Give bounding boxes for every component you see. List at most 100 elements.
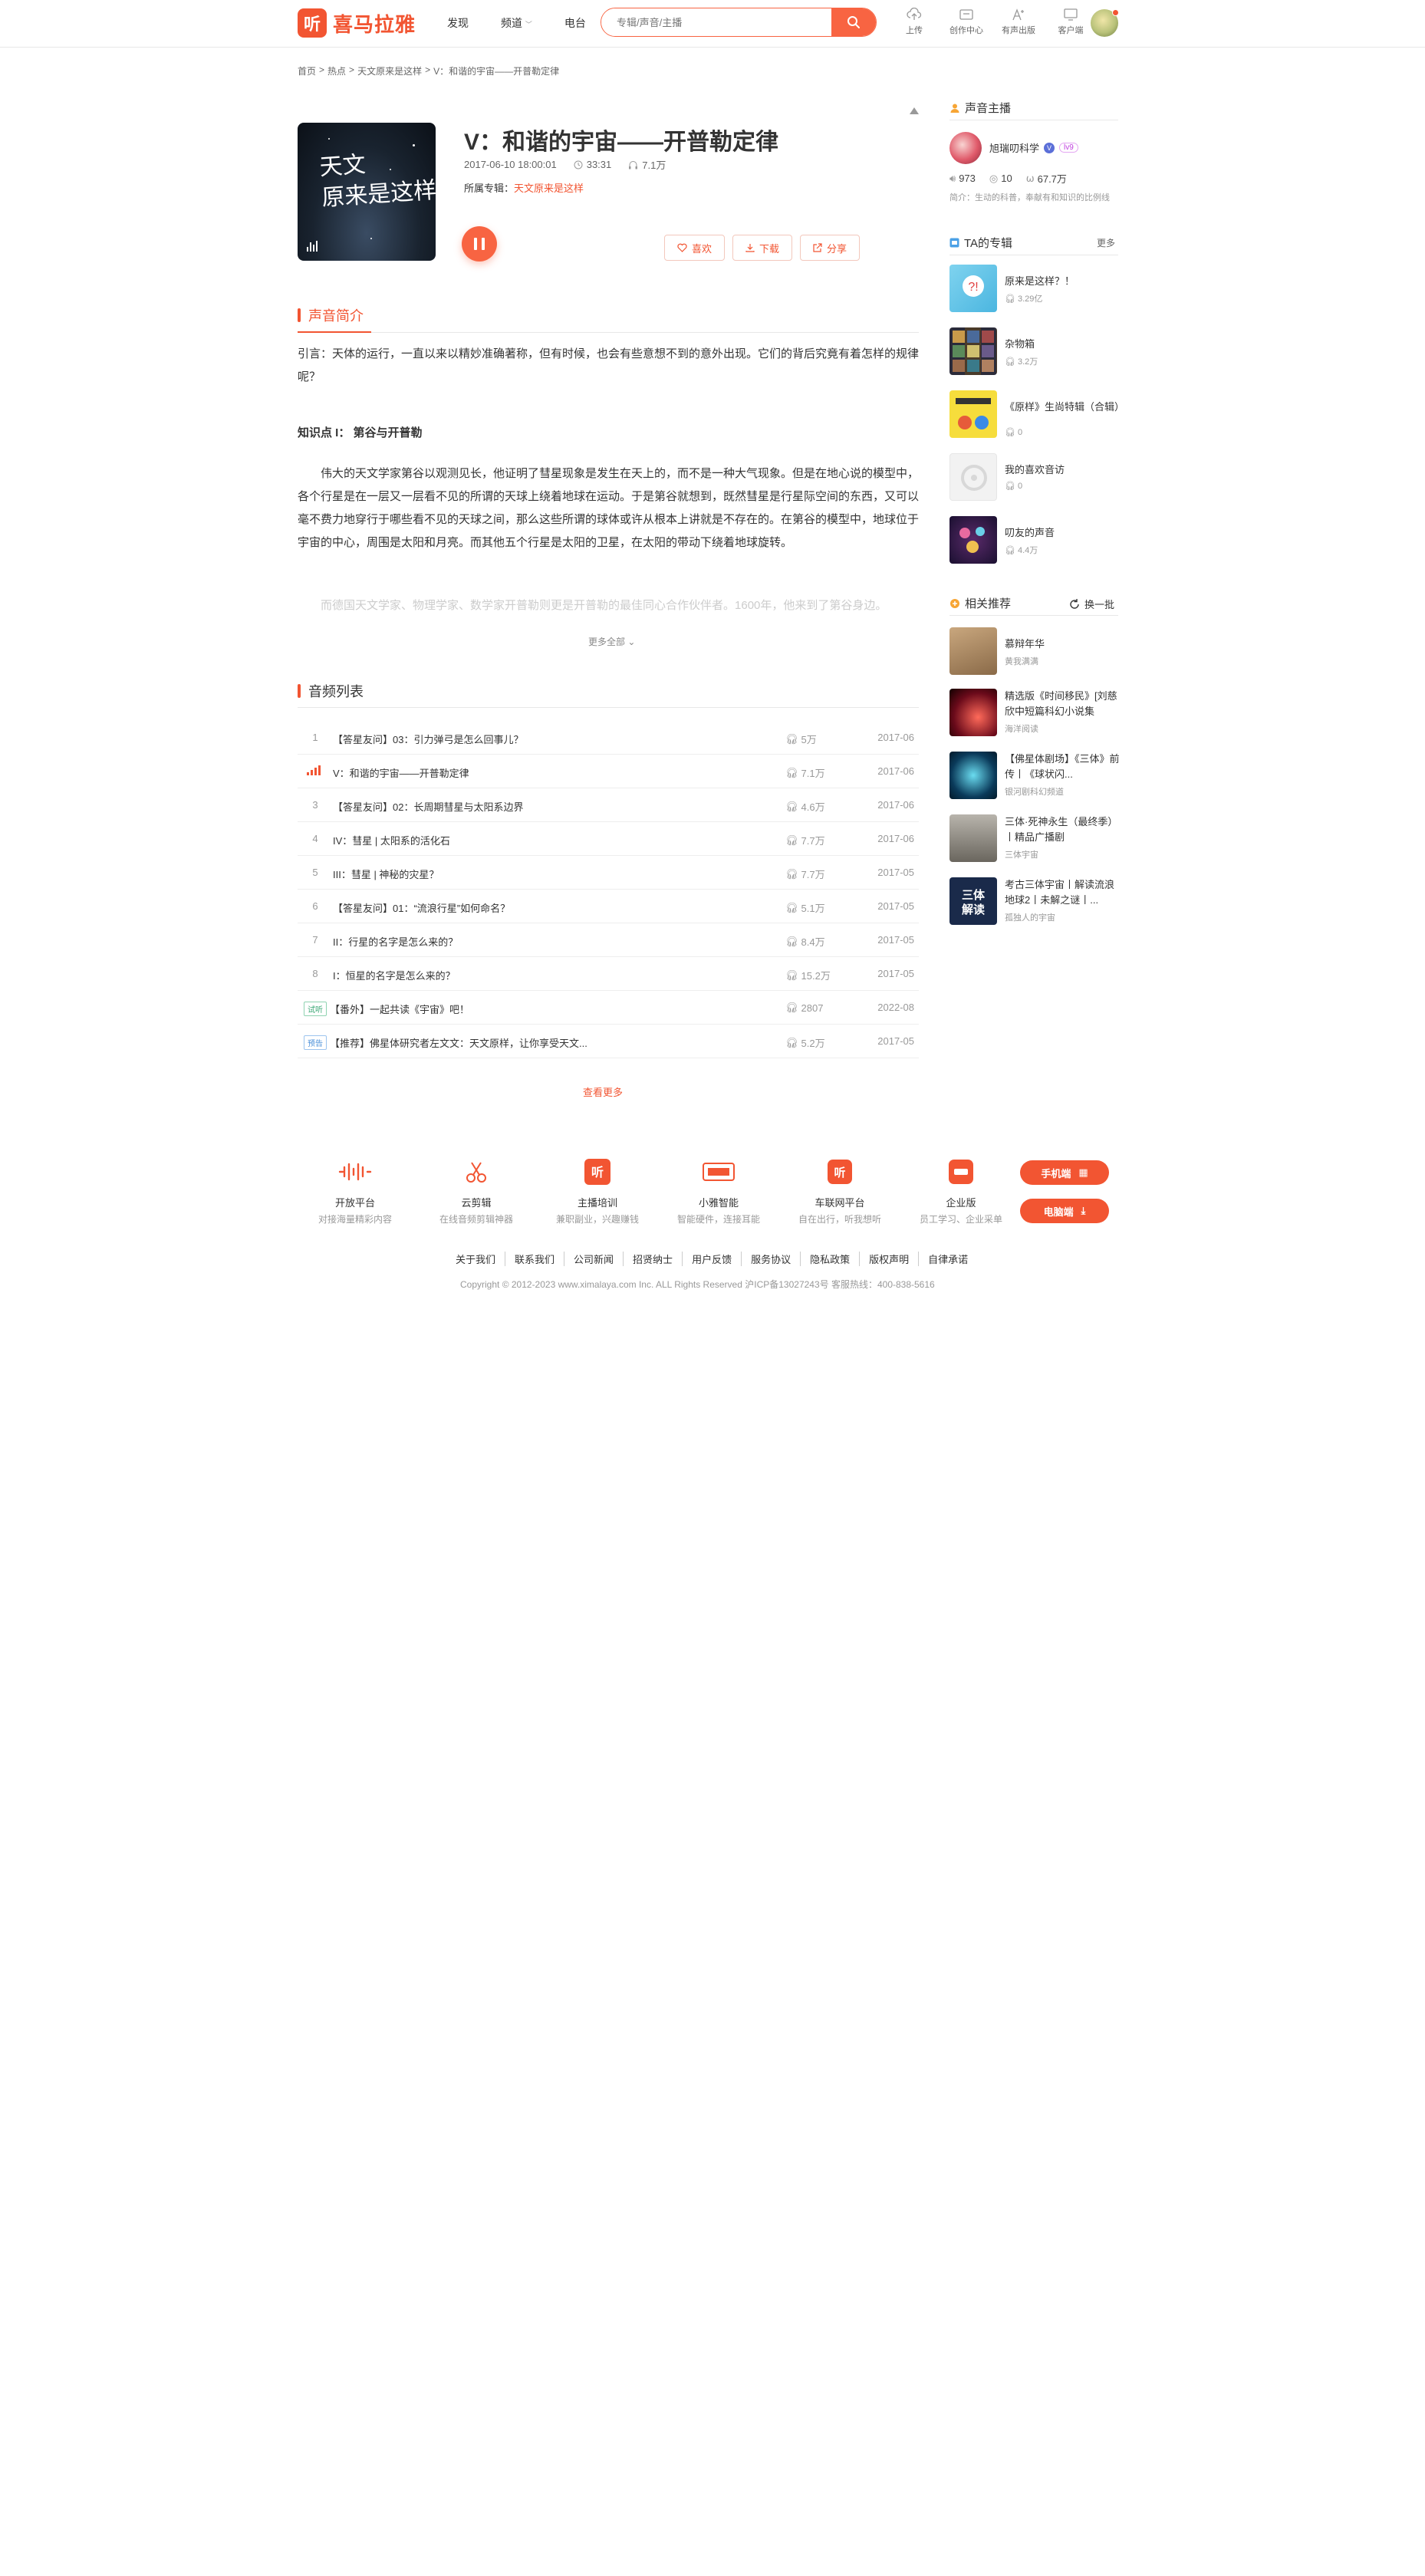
track-row[interactable]: 8 I：恒星的名字是怎么来的？ 🎧︎ 15.2万 2017-05 bbox=[298, 957, 919, 991]
expand-button[interactable]: 更多全部 ⌄ bbox=[588, 635, 635, 648]
track-row[interactable]: 7 II：行星的名字是怎么来的？ 🎧︎ 8.4万 2017-05 bbox=[298, 923, 919, 957]
client-button[interactable]: 客户端 bbox=[1052, 8, 1089, 36]
see-more-button[interactable]: 查看更多 bbox=[583, 1084, 623, 1099]
sound-icon: 🔊︎ bbox=[949, 172, 956, 184]
refresh-button[interactable]: 换一批 bbox=[1068, 597, 1114, 611]
album-link[interactable]: 天文原来是这样 bbox=[514, 183, 584, 194]
creator-center-button[interactable]: 创作中心 bbox=[948, 8, 985, 36]
recommend-item[interactable]: 慕辩年华 黄我满满 bbox=[949, 627, 1120, 675]
footer-link-privacy[interactable]: 隐私政策 bbox=[801, 1252, 861, 1266]
open-platform-icon bbox=[336, 1156, 374, 1187]
album-item[interactable]: 叨友的声音 🎧︎ 4.4万 bbox=[949, 516, 1120, 564]
track-list: 1 【答星友问】03：引力弹弓是怎么回事儿？ 🎧︎ 5万 2017-06 V：和谐… bbox=[298, 721, 919, 1058]
track-row[interactable]: 4 IV：彗星 | 太阳系的活化石 🎧︎ 7.7万 2017-06 bbox=[298, 822, 919, 856]
creator-center-label: 创作中心 bbox=[949, 26, 983, 35]
track-name[interactable]: III：彗星 | 神秘的灾星？ bbox=[333, 867, 439, 881]
footer-link-commitment[interactable]: 自律承诺 bbox=[919, 1252, 977, 1266]
share-button[interactable]: 分享 bbox=[800, 235, 861, 261]
footer-link-contact[interactable]: 联系我们 bbox=[505, 1252, 565, 1266]
search-box bbox=[601, 8, 877, 37]
nav-discover[interactable]: 发现 bbox=[447, 15, 469, 31]
track-row[interactable]: 6 【答星友问】01：“流浪行星”如何命名？ 🎧︎ 5.1万 2017-05 bbox=[298, 890, 919, 923]
album-item[interactable]: ?! 原来是这样？！ 🎧︎ 3.29亿 bbox=[949, 265, 1120, 312]
track-row[interactable]: 预告 【推荐】佛星体研究者左文文：天文原样，让你享受天文... 🎧︎ 5.2万 20… bbox=[298, 1025, 919, 1058]
track-plays: 🎧︎ 2807 bbox=[785, 1002, 823, 1014]
breadcrumb-home[interactable]: 首页 bbox=[298, 64, 316, 77]
track-name[interactable]: 预告 【推荐】佛星体研究者左文文：天文原样，让你享受天文... bbox=[304, 1035, 587, 1050]
footer-link-terms[interactable]: 服务协议 bbox=[742, 1252, 801, 1266]
track-name[interactable]: 【答星友问】03：引力弹弓是怎么回事儿？ bbox=[333, 732, 523, 746]
footer-anchor-training[interactable]: 听 主播培训 兼职副业，兴趣赚钱 bbox=[540, 1156, 655, 1225]
recommend-item[interactable]: 三体 解读 考古三体宇宙丨解读流浪地球2丨未解之谜丨... 孤独人的宇宙 bbox=[949, 877, 1120, 925]
footer-enterprise[interactable]: 企业版 员工学习、企业采单 bbox=[903, 1156, 1019, 1225]
footer-xiaoya[interactable]: 小雅智能 智能硬件，连接耳能 bbox=[661, 1156, 776, 1225]
footer-open-platform[interactable]: 开放平台 对接海量精彩内容 bbox=[298, 1156, 413, 1225]
footer-car-platform[interactable]: 听 车联网平台 自在出行，听我想听 bbox=[782, 1156, 897, 1225]
pause-button[interactable] bbox=[462, 226, 497, 262]
upload-button[interactable]: 上传 bbox=[896, 8, 933, 36]
track-name[interactable]: V：和谐的宇宙——开普勒定律 bbox=[333, 765, 469, 780]
track-datetime: 2017-06-10 18:00:01 bbox=[464, 159, 557, 170]
nav-channel[interactable]: 频道 ﹀ bbox=[501, 15, 532, 31]
breadcrumb-hot[interactable]: 热点 bbox=[327, 64, 346, 77]
album-item[interactable]: 杂物箱 🎧︎ 3.2万 bbox=[949, 327, 1120, 375]
anchor-name[interactable]: 旭瑞叨科学 bbox=[989, 140, 1039, 155]
footer-link-feedback[interactable]: 用户反馈 bbox=[683, 1252, 742, 1266]
download-button[interactable]: 下载 bbox=[732, 235, 793, 261]
track-name[interactable]: IV：彗星 | 太阳系的活化石 bbox=[333, 833, 450, 847]
logo[interactable]: 听 喜马拉雅 bbox=[298, 8, 416, 38]
desktop-app-button[interactable]: 电脑端 ⤓ bbox=[1020, 1199, 1109, 1223]
track-num: 6 bbox=[312, 900, 318, 912]
collapse-arrow-icon[interactable] bbox=[910, 107, 919, 114]
track-plays-value: 15.2万 bbox=[801, 970, 831, 982]
mobile-app-button[interactable]: 手机端 ▦ bbox=[1020, 1160, 1109, 1185]
recommend-item[interactable]: 三体·死神永生（最终季）丨精品广播剧 三体宇宙 bbox=[949, 814, 1120, 862]
like-button[interactable]: 喜欢 bbox=[664, 235, 726, 261]
track-row[interactable]: 试听 【番外】一起共读《宇宙》吧！ 🎧︎ 2807 2022-08 bbox=[298, 991, 919, 1025]
album-count-value: 3.2万 bbox=[1017, 357, 1038, 367]
monitor-icon bbox=[1064, 8, 1078, 21]
stat-tracks-value: 973 bbox=[959, 173, 976, 184]
track-num: 4 bbox=[312, 833, 318, 844]
track-name[interactable]: II：行星的名字是怎么来的？ bbox=[333, 934, 458, 949]
album-count: 🎧︎ 3.29亿 bbox=[1005, 292, 1042, 304]
breadcrumb-album[interactable]: 天文原来是这样 bbox=[357, 64, 422, 77]
footer-link-copyright[interactable]: 版权声明 bbox=[860, 1252, 920, 1266]
nav-radio[interactable]: 电台 bbox=[564, 15, 586, 31]
svg-text:听: 听 bbox=[591, 1165, 604, 1179]
publish-label: 有声出版 bbox=[1002, 26, 1035, 35]
expand-label: 更多全部 bbox=[588, 637, 626, 647]
footer-link-jobs[interactable]: 招贤纳士 bbox=[624, 1252, 683, 1266]
top-header: 听 喜马拉雅 发现 频道 ﹀ 电台 上传 创作中心 有声出版 客户端 bbox=[0, 0, 1425, 48]
track-name[interactable]: 【答星友问】01：“流浪行星”如何命名？ bbox=[333, 900, 510, 915]
footer-link-news[interactable]: 公司新闻 bbox=[564, 1252, 624, 1266]
chevron-down-icon: ⌄ bbox=[627, 637, 636, 647]
anchor-heading: 声音主播 bbox=[949, 100, 1011, 116]
track-row[interactable]: 3 【答星友问】02：长周期彗星与太阳系边界 🎧︎ 4.6万 2017-06 bbox=[298, 788, 919, 822]
footer-cloud-edit[interactable]: 云剪辑 在线音频剪辑神器 bbox=[419, 1156, 534, 1225]
track-row-playing[interactable]: V：和谐的宇宙——开普勒定律 🎧︎ 7.1万 2017-06 bbox=[298, 755, 919, 788]
track-name[interactable]: 【答星友问】02：长周期彗星与太阳系边界 bbox=[333, 799, 523, 814]
recommend-thumb bbox=[949, 627, 997, 675]
anchor-avatar[interactable] bbox=[949, 132, 982, 164]
track-row[interactable]: 5 III：彗星 | 神秘的灾星？ 🎧︎ 7.7万 2017-05 bbox=[298, 856, 919, 890]
footer-link-about[interactable]: 关于我们 bbox=[446, 1252, 506, 1266]
headphone-icon: 🎧︎ bbox=[785, 1002, 798, 1013]
publish-button[interactable]: 有声出版 bbox=[1000, 8, 1037, 36]
recommend-item[interactable]: 【佛星体剧场】《三体》前传丨《球状闪... 银河剧科幻频道 bbox=[949, 752, 1120, 799]
track-name[interactable]: 试听 【番外】一起共读《宇宙》吧！ bbox=[304, 1002, 469, 1016]
track-album: 所属专辑：天文原来是这样 bbox=[464, 180, 584, 195]
track-plays-value: 7.1万 bbox=[801, 768, 825, 779]
track-row[interactable]: 1 【答星友问】03：引力弹弓是怎么回事儿？ 🎧︎ 5万 2017-06 bbox=[298, 721, 919, 755]
album-item[interactable]: 我的喜欢音访 🎧︎ 0 bbox=[949, 453, 1120, 501]
track-name[interactable]: I：恒星的名字是怎么来的？ bbox=[333, 968, 456, 982]
album-thumb bbox=[949, 327, 997, 375]
recommend-item[interactable]: 精选版《时间移民》[刘慈欣中短篇科幻小说集 海洋阅读 bbox=[949, 689, 1120, 736]
svg-text:三体: 三体 bbox=[962, 888, 986, 902]
search-input[interactable] bbox=[601, 8, 831, 36]
search-button[interactable] bbox=[831, 8, 876, 36]
album-count-value: 0 bbox=[1017, 481, 1023, 491]
album-item[interactable]: 《原样》生尚特辑（合辑） 🎧︎ 0 bbox=[949, 390, 1124, 438]
main-nav: 发现 频道 ﹀ 电台 bbox=[447, 15, 586, 31]
albums-more-link[interactable]: 更多 bbox=[1097, 236, 1115, 249]
